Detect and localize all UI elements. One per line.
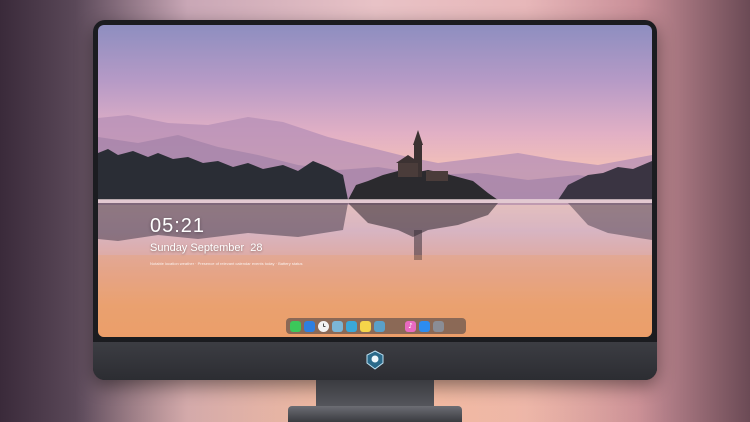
wallpaper-landscape — [98, 115, 652, 337]
files-icon[interactable] — [304, 320, 315, 332]
preview-icon[interactable] — [332, 320, 343, 332]
app-store-icon[interactable] — [419, 320, 430, 332]
camera-icon[interactable] — [433, 320, 444, 332]
brand-logo-icon — [366, 350, 384, 370]
music-icon[interactable]: ♪ — [405, 320, 416, 332]
monitor-stand-base — [288, 406, 462, 422]
monitor-chin — [93, 342, 657, 380]
photos-icon[interactable] — [374, 320, 385, 332]
dock: ♪ — [286, 318, 466, 334]
clock-icon[interactable] — [318, 320, 329, 332]
clapper-icon[interactable] — [346, 320, 357, 332]
lock-screen-date: Sunday September 28 — [150, 242, 263, 254]
messages-icon[interactable] — [290, 320, 301, 332]
lock-screen-time: 05:21 — [150, 215, 206, 237]
desktop-screen: 05:21 Sunday September 28 Notable locati… — [98, 25, 652, 337]
lock-screen-info: Notable location weather · Presence of r… — [150, 261, 303, 266]
notes-icon[interactable] — [360, 320, 371, 332]
monitor: 05:21 Sunday September 28 Notable locati… — [93, 20, 657, 380]
